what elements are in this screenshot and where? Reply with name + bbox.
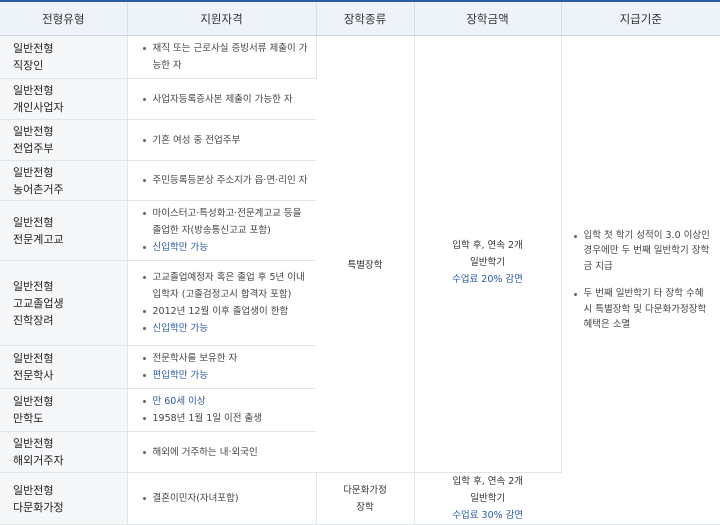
criteria-item: 입학 첫 학기 성적이 3.0 이상인 경우에만 두 번째 일반학기 장학금 지… (570, 228, 713, 275)
eligibility-item: 기혼 여성 중 전업주부 (139, 132, 309, 149)
eligibility-item: 신입학만 가능 (139, 320, 309, 337)
eligibility-cell: 재직 또는 근로사실 증빙서류 제출이 가능한 자 (127, 35, 317, 79)
scholarship-amount-cell: 입학 후, 연속 2개 일반학기 수업료 20% 감면 (414, 35, 562, 473)
admission-type-cell: 일반전형 직장인 (0, 35, 128, 79)
scholarship-kind-cell: 특별장학 (316, 35, 415, 473)
header-eligibility: 지원자격 (127, 0, 317, 36)
payment-criteria-cell: 입학 첫 학기 성적이 3.0 이상인 경우에만 두 번째 일반학기 장학금 지… (561, 35, 720, 525)
admission-type-cell: 일반전형 전문계고교 (0, 200, 128, 261)
admission-type-cell: 일반전형 전업주부 (0, 119, 128, 161)
eligibility-cell: 사업자등록증사본 제출이 가능한 자 (127, 78, 316, 120)
tuition-reduction: 수업료 20% 감면 (452, 273, 523, 285)
scholarship-table: 전형유형 지원자격 장학종류 장학금액 지급기준 일반전형 직장인 재직 또는 … (0, 0, 720, 525)
eligibility-item: 고교졸업예정자 혹은 졸업 후 5년 이내 입학자 (고졸검정고시 합격자 포함… (139, 269, 309, 303)
eligibility-item: 편입학만 가능 (139, 367, 309, 384)
eligibility-cell: 결혼이민자(자녀포함) (127, 472, 317, 525)
header-admission-type: 전형유형 (0, 0, 128, 36)
header-scholarship-amount: 장학금액 (414, 0, 562, 36)
eligibility-item: 만 60세 이상 (139, 393, 309, 410)
criteria-item: 두 번째 일반학기 타 장학 수혜 시 특별장학 및 다문화가정장학 혜택은 소… (570, 286, 713, 333)
admission-type-cell: 일반전형 해외거주자 (0, 431, 128, 473)
admission-type-cell: 일반전형 전문학사 (0, 345, 128, 389)
eligibility-item: 해외에 거주하는 내·외국인 (139, 444, 309, 461)
table-header-row: 전형유형 지원자격 장학종류 장학금액 지급기준 (0, 0, 720, 36)
eligibility-cell: 고교졸업예정자 혹은 졸업 후 5년 이내 입학자 (고졸검정고시 합격자 포함… (127, 260, 316, 346)
eligibility-item: 마이스터고·특성화고·전문계고교 등을 졸업한 자(방송통신고교 포함) (139, 205, 309, 239)
admission-type-cell: 일반전형 고교졸업생 진학장려 (0, 260, 128, 346)
header-scholarship-kind: 장학종류 (316, 0, 415, 36)
eligibility-item: 전문학사를 보유한 자 (139, 350, 309, 367)
eligibility-item: 신입학만 가능 (139, 239, 309, 256)
header-payment-criteria: 지급기준 (561, 0, 720, 36)
scholarship-amount-cell: 입학 후, 연속 2개 일반학기 수업료 30% 감면 (414, 472, 561, 525)
eligibility-cell: 마이스터고·특성화고·전문계고교 등을 졸업한 자(방송통신고교 포함) 신입학… (127, 200, 316, 261)
eligibility-item: 2012년 12월 이후 졸업생이 한함 (139, 303, 309, 320)
eligibility-item: 사업자등록증사본 제출이 가능한 자 (139, 91, 309, 108)
admission-type-cell: 일반전형 다문화가정 (0, 472, 128, 525)
eligibility-cell: 해외에 거주하는 내·외국인 (127, 431, 316, 473)
admission-type-cell: 일반전형 개인사업자 (0, 78, 128, 120)
eligibility-cell: 기혼 여성 중 전업주부 (127, 119, 316, 161)
table-row: 일반전형 직장인 재직 또는 근로사실 증빙서류 제출이 가능한 자 특별장학 … (0, 35, 720, 525)
eligibility-cell: 만 60세 이상 1958년 1월 1일 이전 출생 (127, 388, 316, 432)
eligibility-cell: 전문학사를 보유한 자 편입학만 가능 (127, 345, 316, 389)
admission-type-cell: 일반전형 농어촌거주 (0, 160, 128, 201)
eligibility-item: 1958년 1월 1일 이전 출생 (139, 410, 309, 427)
eligibility-cell: 주민등록등본상 주소지가 읍·면·리인 자 (127, 160, 316, 201)
scholarship-kind-cell: 다문화가정 장학 (316, 472, 415, 525)
admission-type-cell: 일반전형 만학도 (0, 388, 128, 432)
eligibility-item: 재직 또는 근로사실 증빙서류 제출이 가능한 자 (139, 40, 308, 74)
eligibility-item: 주민등록등본상 주소지가 읍·면·리인 자 (139, 172, 309, 189)
eligibility-item: 결혼이민자(자녀포함) (139, 490, 308, 507)
